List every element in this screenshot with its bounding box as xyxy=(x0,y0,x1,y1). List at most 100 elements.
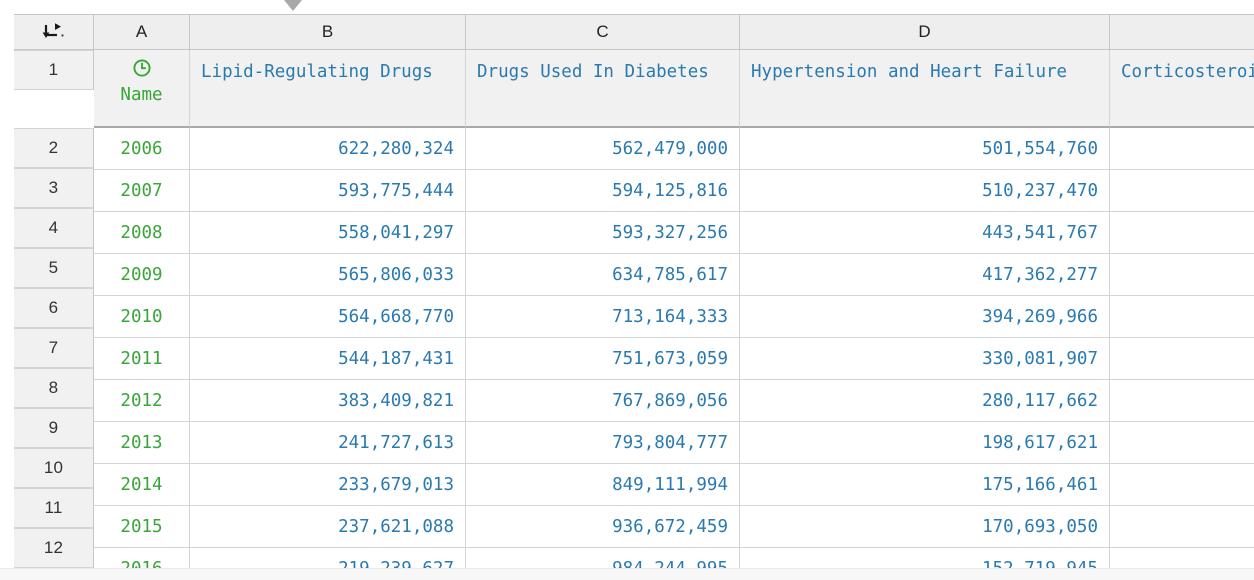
row-header[interactable]: 3 xyxy=(14,168,94,208)
cell-c[interactable]: 793,804,777 xyxy=(466,422,740,464)
cell-a[interactable]: 2006 xyxy=(94,128,190,170)
cell-e[interactable] xyxy=(1110,296,1254,338)
cell-b[interactable]: 564,668,770 xyxy=(190,296,466,338)
row-number: 9 xyxy=(48,418,59,437)
column-header-a[interactable]: A xyxy=(94,14,190,50)
cell-b[interactable]: 544,187,431 xyxy=(190,338,466,380)
row-header[interactable]: 5 xyxy=(14,248,94,288)
row-number: 4 xyxy=(48,218,59,237)
cell-c[interactable]: 751,673,059 xyxy=(466,338,740,380)
cell-a[interactable]: 2008 xyxy=(94,212,190,254)
cell-d[interactable]: 501,554,760 xyxy=(740,128,1110,170)
footer-strip xyxy=(0,568,1254,580)
cell-c[interactable]: 594,125,816 xyxy=(466,170,740,212)
column-drop-caret-icon xyxy=(284,0,302,11)
cell-a[interactable]: 2007 xyxy=(94,170,190,212)
row-header[interactable]: 8 xyxy=(14,368,94,408)
row-header[interactable]: 10 xyxy=(14,448,94,488)
field-label: Hypertension and Heart Failure xyxy=(751,62,1068,82)
row-header[interactable]: 6 xyxy=(14,288,94,328)
field-name-label: Name xyxy=(120,85,163,105)
cell-e[interactable] xyxy=(1110,212,1254,254)
column-letter: A xyxy=(135,22,148,41)
row-number: 8 xyxy=(48,378,59,397)
cell-a[interactable]: 2010 xyxy=(94,296,190,338)
cell-e[interactable] xyxy=(1110,380,1254,422)
cell-a[interactable]: 2009 xyxy=(94,254,190,296)
row-header[interactable]: 2 xyxy=(14,128,94,168)
cell-c[interactable]: 936,672,459 xyxy=(466,506,740,548)
cell-c[interactable]: 767,869,056 xyxy=(466,380,740,422)
column-drop-strip xyxy=(0,0,1254,14)
cell-e[interactable] xyxy=(1110,464,1254,506)
field-cell-c[interactable]: Drugs Used In Diabetes xyxy=(466,50,740,128)
cell-b[interactable]: 237,621,088 xyxy=(190,506,466,548)
cell-a[interactable]: 2014 xyxy=(94,464,190,506)
cell-e[interactable] xyxy=(1110,422,1254,464)
column-header-c[interactable]: C xyxy=(466,14,740,50)
column-letter: C xyxy=(596,22,609,41)
cell-a[interactable]: 2012 xyxy=(94,380,190,422)
field-label: Lipid-Regulating Drugs xyxy=(201,62,433,82)
field-cell-e[interactable]: Corticosteroids xyxy=(1110,50,1254,128)
cell-c[interactable]: 593,327,256 xyxy=(466,212,740,254)
sort-arrow-icon xyxy=(42,23,64,38)
row-number: 3 xyxy=(48,178,59,197)
cell-c[interactable]: 634,785,617 xyxy=(466,254,740,296)
cell-d[interactable]: 280,117,662 xyxy=(740,380,1110,422)
column-header-b[interactable]: B xyxy=(190,14,466,50)
cell-b[interactable]: 565,806,033 xyxy=(190,254,466,296)
cell-b[interactable]: 622,280,324 xyxy=(190,128,466,170)
cell-b[interactable]: 241,727,613 xyxy=(190,422,466,464)
cell-b[interactable]: 383,409,821 xyxy=(190,380,466,422)
cell-e[interactable] xyxy=(1110,170,1254,212)
grid-corner-button[interactable] xyxy=(14,14,94,50)
cell-d[interactable]: 170,693,050 xyxy=(740,506,1110,548)
column-header-d[interactable]: D xyxy=(740,14,1110,50)
cell-e[interactable] xyxy=(1110,338,1254,380)
cell-d[interactable]: 394,269,966 xyxy=(740,296,1110,338)
cell-b[interactable]: 558,041,297 xyxy=(190,212,466,254)
row-header[interactable]: 9 xyxy=(14,408,94,448)
cell-e[interactable] xyxy=(1110,128,1254,170)
column-header-e[interactable] xyxy=(1110,14,1254,50)
field-label: Corticosteroids xyxy=(1121,62,1254,82)
row-header[interactable]: 4 xyxy=(14,208,94,248)
row-header[interactable]: 7 xyxy=(14,328,94,368)
spreadsheet-grid[interactable]: A B C D 1 2 3 4 5 6 7 8 9 10 11 12 Name … xyxy=(0,0,1254,580)
field-cell-b[interactable]: Lipid-Regulating Drugs xyxy=(190,50,466,128)
column-letter: D xyxy=(918,22,931,41)
row-header[interactable]: 1 xyxy=(14,50,94,90)
row-number: 5 xyxy=(48,258,59,277)
field-cell-d[interactable]: Hypertension and Heart Failure xyxy=(740,50,1110,128)
cell-d[interactable]: 330,081,907 xyxy=(740,338,1110,380)
cell-a[interactable]: 2015 xyxy=(94,506,190,548)
clock-icon xyxy=(132,59,151,77)
row-number: 11 xyxy=(44,498,63,517)
column-letter: B xyxy=(321,22,334,41)
row-number: 12 xyxy=(43,538,64,557)
cell-a[interactable]: 2011 xyxy=(94,338,190,380)
cell-d[interactable]: 443,541,767 xyxy=(740,212,1110,254)
cell-c[interactable]: 713,164,333 xyxy=(466,296,740,338)
cell-b[interactable]: 593,775,444 xyxy=(190,170,466,212)
cell-d[interactable]: 198,617,621 xyxy=(740,422,1110,464)
cell-d[interactable]: 510,237,470 xyxy=(740,170,1110,212)
cell-a[interactable]: 2013 xyxy=(94,422,190,464)
row-header[interactable]: 12 xyxy=(14,528,94,568)
cell-c[interactable]: 849,111,994 xyxy=(466,464,740,506)
field-label: Drugs Used In Diabetes xyxy=(477,62,709,82)
row-number: 1 xyxy=(48,60,59,79)
left-gutter xyxy=(0,0,14,580)
cell-d[interactable]: 417,362,277 xyxy=(740,254,1110,296)
cell-d[interactable]: 175,166,461 xyxy=(740,464,1110,506)
row-header[interactable]: 11 xyxy=(14,488,94,528)
row-number: 6 xyxy=(48,298,59,317)
field-cell-name[interactable]: Name xyxy=(94,50,190,128)
row-number: 2 xyxy=(48,138,59,157)
cell-e[interactable] xyxy=(1110,506,1254,548)
cell-c[interactable]: 562,479,000 xyxy=(466,128,740,170)
cell-b[interactable]: 233,679,013 xyxy=(190,464,466,506)
cell-e[interactable] xyxy=(1110,254,1254,296)
row-number: 10 xyxy=(43,458,64,477)
